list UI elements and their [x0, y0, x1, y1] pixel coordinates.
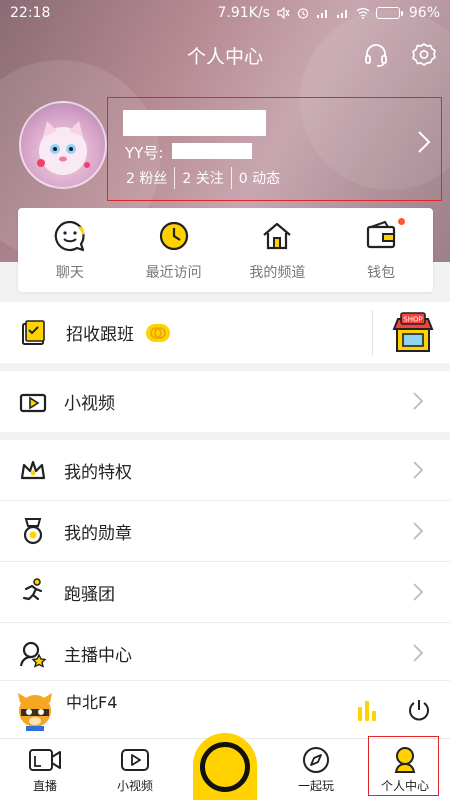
menu-row-medal[interactable]: 我的勋章	[0, 501, 450, 562]
chat-icon	[52, 218, 88, 254]
quick-label-recent: 最近访问	[145, 265, 202, 281]
quick-item-chat[interactable]: 聊天	[18, 208, 122, 292]
medal-icon	[15, 513, 51, 549]
user-avatar[interactable]	[19, 101, 107, 189]
yy-id-label: YY号:	[125, 144, 164, 162]
chevron-right-icon	[413, 461, 424, 479]
menu-section: 我的特权 我的勋章 跑骚团 主播中心	[0, 440, 450, 680]
recruit-section: 招收跟班 SHOP	[0, 302, 450, 363]
status-time: 22:18	[10, 5, 51, 21]
battery-percent: 96%	[408, 5, 440, 21]
menu-label-privilege: 我的特权	[64, 462, 132, 483]
signal-icon-1	[316, 10, 327, 18]
home-icon	[259, 218, 295, 254]
crown-icon	[15, 452, 51, 488]
anchor-star-icon	[15, 636, 51, 672]
nav-label-live: 直播	[32, 779, 57, 793]
status-bar: 22:18 7.91K/s 96%	[0, 0, 450, 26]
coin-icon	[146, 323, 170, 342]
menu-row-short-video[interactable]: 小视频	[0, 371, 450, 432]
username-redacted	[123, 110, 266, 136]
quick-label-channel: 我的频道	[249, 265, 306, 281]
menu-label-short-video: 小视频	[64, 394, 115, 414]
posts-count[interactable]: 0 动态	[232, 168, 287, 188]
signal-icon-2	[336, 10, 347, 18]
menu-label-anchor-center: 主播中心	[64, 646, 132, 666]
nav-label-play-together: 一起玩	[297, 779, 334, 793]
mute-icon	[277, 7, 290, 19]
headset-icon	[365, 44, 387, 67]
menu-row-privilege[interactable]: 我的特权	[0, 440, 450, 501]
gear-icon	[412, 43, 436, 66]
battery-icon	[375, 7, 403, 19]
player-channel-name: 中北F4	[66, 693, 118, 712]
shop-divider	[372, 310, 373, 356]
yy-id-redacted	[172, 143, 252, 159]
alarm-icon	[297, 8, 308, 19]
fans-count[interactable]: 2 粉丝	[119, 168, 174, 188]
quick-label-wallet: 钱包	[367, 265, 396, 281]
power-icon[interactable]	[406, 697, 432, 723]
menu-row-anchor-center[interactable]: 主播中心	[0, 623, 450, 684]
shop-icon: SHOP	[392, 312, 434, 352]
nav-label-short-video: 小视频	[116, 779, 153, 793]
live-icon	[27, 745, 63, 775]
chevron-right-icon	[413, 583, 424, 601]
menu-label-medal: 我的勋章	[64, 523, 132, 544]
raccoon-avatar-icon	[18, 693, 52, 731]
recruit-icon	[15, 315, 51, 351]
menu-label-run-group: 跑骚团	[64, 584, 115, 605]
quick-item-recent[interactable]: 最近访问	[122, 208, 226, 292]
top-bar: 个人中心	[0, 38, 450, 72]
equalizer-icon	[358, 701, 376, 721]
menu-label-recruit: 招收跟班	[66, 325, 134, 345]
runner-icon	[15, 574, 51, 610]
headset-button[interactable]	[361, 40, 391, 70]
center-action-button[interactable]	[193, 733, 257, 800]
chevron-right-icon	[413, 522, 424, 540]
compass-icon	[298, 745, 334, 775]
chevron-right-icon[interactable]	[414, 128, 434, 156]
net-speed: 7.91K/s	[217, 5, 270, 21]
short-video-icon	[117, 745, 153, 775]
notification-dot	[398, 218, 405, 225]
wallet-icon	[363, 218, 399, 254]
profile-stats: 2 粉丝 2 关注 0 动态	[119, 167, 287, 189]
video-icon	[15, 384, 51, 420]
settings-button[interactable]	[409, 40, 439, 70]
chevron-right-icon	[413, 392, 424, 410]
clock-icon	[156, 218, 192, 254]
mini-player[interactable]: 中北F4	[0, 680, 450, 738]
center-ring-icon	[200, 742, 250, 792]
nav-item-play-together[interactable]: 一起玩	[276, 739, 356, 800]
quick-item-wallet[interactable]: 钱包	[329, 208, 433, 292]
quick-item-channel[interactable]: 我的频道	[226, 208, 330, 292]
cat-avatar-icon	[37, 121, 90, 175]
short-video-section: 小视频	[0, 371, 450, 432]
following-count[interactable]: 2 关注	[175, 168, 230, 188]
nav-item-live[interactable]: 直播	[5, 739, 85, 800]
menu-row-run-group[interactable]: 跑骚团	[0, 562, 450, 623]
status-right: 7.91K/s 96%	[218, 5, 441, 21]
quick-actions-card: 聊天 最近访问 我的频道 钱包	[18, 208, 433, 292]
shop-sign-text: SHOP	[403, 316, 422, 324]
chevron-right-icon	[413, 644, 424, 662]
wifi-icon	[356, 8, 370, 19]
nav-profile-highlight	[368, 736, 439, 796]
shop-button[interactable]: SHOP	[390, 309, 436, 355]
quick-label-chat: 聊天	[55, 265, 84, 281]
menu-row-recruit[interactable]: 招收跟班 SHOP	[0, 302, 450, 363]
nav-item-short-video[interactable]: 小视频	[95, 739, 175, 800]
